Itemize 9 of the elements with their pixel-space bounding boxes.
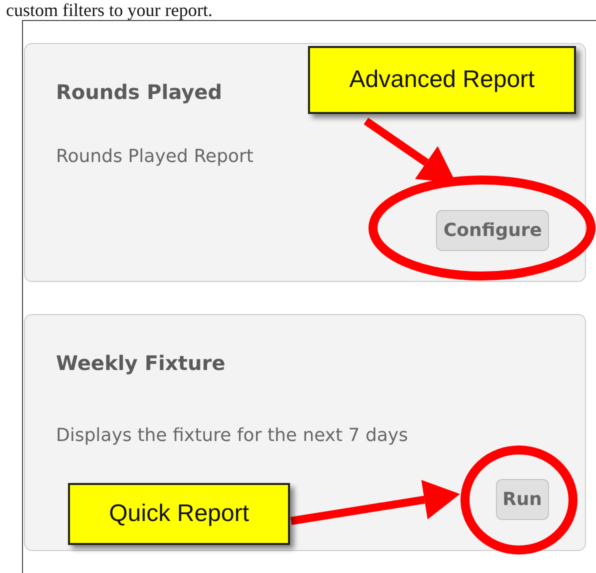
configure-button[interactable]: Configure: [436, 210, 549, 251]
run-button[interactable]: Run: [496, 479, 549, 520]
report-description: Rounds Played Report: [56, 146, 254, 167]
callout-label: Advanced Report: [308, 46, 576, 114]
intro-text: custom filters to your report.: [5, 0, 214, 20]
report-title: Rounds Played: [56, 80, 222, 104]
callout-label: Quick Report: [68, 483, 290, 545]
report-description: Displays the fixture for the next 7 days: [56, 425, 408, 446]
report-title: Weekly Fixture: [56, 351, 226, 375]
